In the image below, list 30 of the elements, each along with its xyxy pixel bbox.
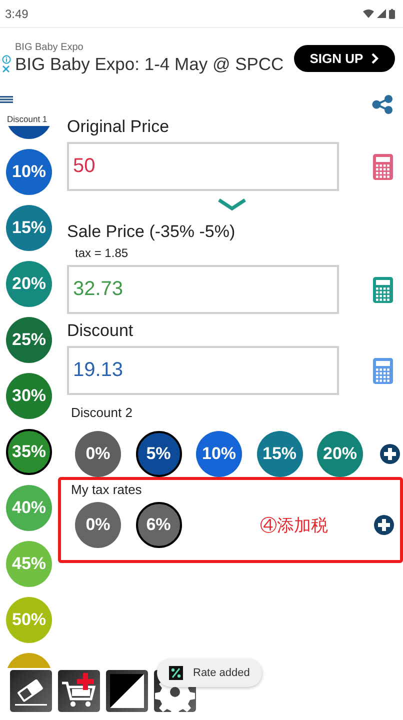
discount-label: Discount 2 (71, 405, 134, 422)
ad-headline: BIG Baby Expo: 1-4 May @ SPCC (15, 54, 284, 74)
sign-up-button[interactable]: SIGN UP (294, 44, 395, 72)
discount-rate-button[interactable]: 0% (75, 502, 121, 548)
discount-rate-button[interactable]: 30% (6, 373, 52, 419)
price-field[interactable]: 50 (67, 142, 339, 191)
discount-rate-button[interactable]: 20% (317, 431, 363, 477)
discount-rate-button[interactable]: 35% (6, 429, 52, 475)
tax-note: tax = 1.85 (75, 245, 130, 261)
discount-rate-button[interactable]: 10% (6, 149, 52, 195)
advertiser-name: BIG Baby Expo (15, 42, 84, 52)
discount-rate-button[interactable]: 15% (256, 431, 302, 477)
price-field[interactable]: 32.73 (67, 265, 339, 314)
discount-rate-button[interactable]: 20% (6, 261, 52, 307)
annotation-text: ④添加税 (260, 514, 328, 536)
price-field[interactable]: 19.13 (67, 346, 339, 395)
discount-rate-button[interactable]: 6% (136, 502, 182, 548)
discount-rate-button[interactable]: 5% (136, 431, 182, 477)
field-label: Sale Price (-35% -5%) (67, 221, 236, 243)
toast-text: Rate added (193, 667, 250, 679)
clock-time: 3:49 (5, 6, 28, 20)
discount-rate-button[interactable]: 10% (196, 431, 242, 477)
field-label: Discount (67, 320, 134, 342)
ad-banner[interactable]: BIG Baby Expo BIG Baby Expo: 1-4 May @ SPCC SIGN UP (0, 27, 403, 88)
discount-rate-button[interactable]: 15% (6, 205, 52, 251)
discount-rate-button[interactable]: 40% (6, 485, 52, 531)
discount-rate-button[interactable]: 25% (6, 317, 52, 363)
discount-rate-button[interactable]: 0% (75, 431, 121, 477)
tax-rates-label: My tax rates (71, 482, 143, 499)
field-label: Original Price (67, 116, 170, 138)
